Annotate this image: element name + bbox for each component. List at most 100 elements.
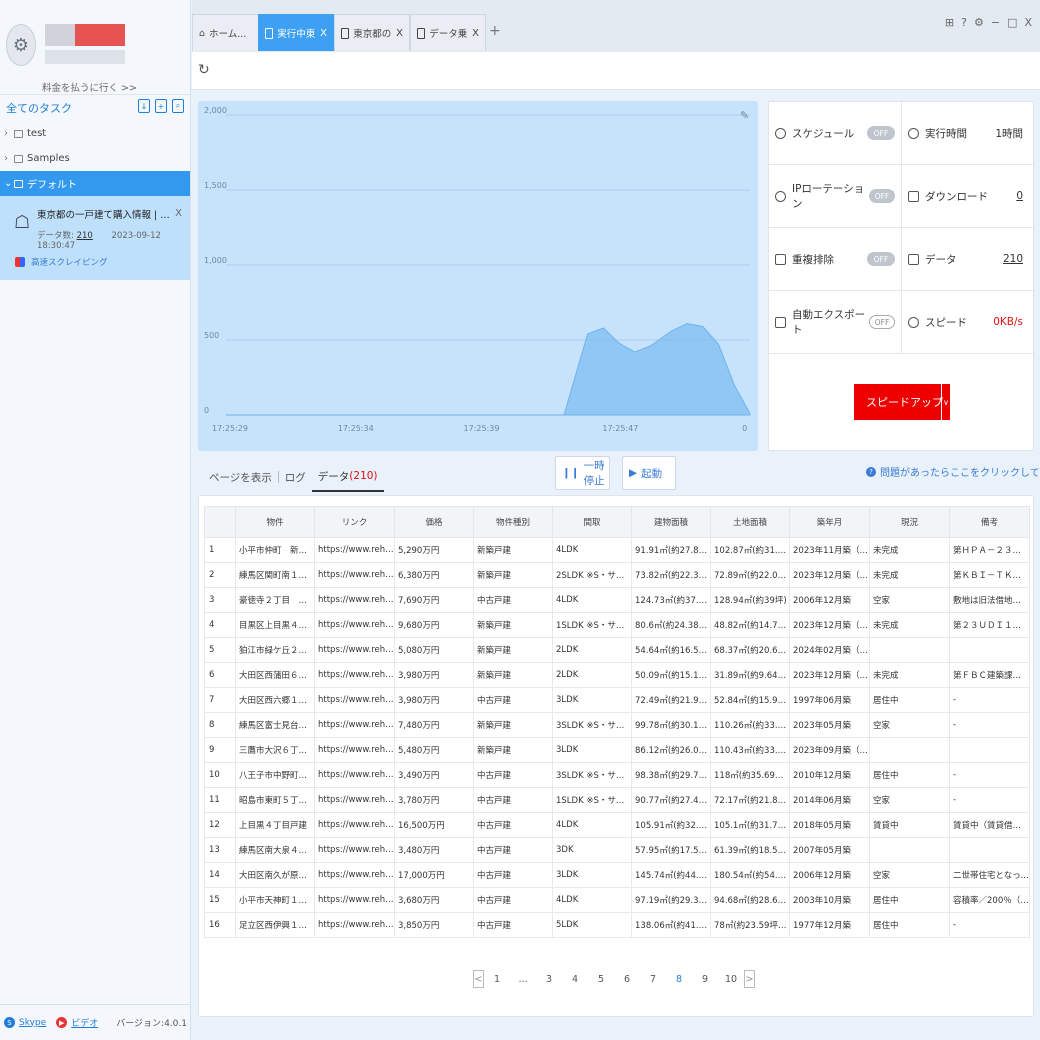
table-row[interactable]: 2練馬区関町南１丁目 ...https://www.rehouse.co...6… — [204, 562, 1030, 588]
column-header[interactable]: 間取 — [552, 506, 632, 538]
start-button[interactable]: ▶ 起動 — [622, 456, 676, 490]
video-link[interactable]: ビデオ — [71, 1016, 98, 1029]
close-tab-icon[interactable]: X — [472, 28, 479, 39]
column-header[interactable]: 建物面積 — [631, 506, 711, 538]
table-row[interactable]: 8練馬区富士見台４丁目...https://www.rehouse.co...7… — [204, 712, 1030, 738]
task-card[interactable]: ☖ 東京都の一戸建て購入情報 | 三井のリハウ... X データ数: 210 2… — [0, 196, 190, 280]
page-number[interactable]: ... — [510, 974, 536, 985]
next-page-button[interactable]: > — [744, 970, 755, 988]
table-row[interactable]: 9三鷹市大沢６丁目 新...https://www.rehouse.co...5… — [204, 737, 1030, 763]
page-number[interactable]: 3 — [536, 974, 562, 985]
tab-running[interactable]: 実行中東... X — [258, 14, 334, 51]
close-task-icon[interactable]: X — [175, 208, 182, 219]
page-number[interactable]: 10 — [718, 974, 744, 985]
table-cell: 4LDK — [552, 537, 632, 563]
column-header[interactable]: 築年月 — [789, 506, 870, 538]
tree-item-samples[interactable]: › Samples — [0, 146, 190, 171]
skype-link[interactable]: Skype — [19, 1018, 46, 1028]
table-row[interactable]: 14大田区南久が原二丁目...https://www.rehouse.co...… — [204, 862, 1030, 888]
close-window-icon[interactable]: X — [1024, 16, 1032, 29]
table-row[interactable]: 16足立区西伊興１丁目https://www.rehouse.co...3,85… — [204, 912, 1030, 938]
download-value[interactable]: 0 — [1016, 190, 1023, 202]
table-row[interactable]: 7大田区西六郷１丁目 ...https://www.rehouse.co...3… — [204, 687, 1030, 713]
x-tick-label: 0 — [742, 424, 747, 433]
new-tab-button[interactable]: + — [489, 23, 501, 39]
column-header[interactable]: リンク — [314, 506, 395, 538]
close-tab-icon[interactable]: X — [396, 28, 403, 39]
dedupe-toggle[interactable]: OFF — [867, 252, 895, 266]
table-row[interactable]: 4目黒区上目黒４丁目 ...https://www.rehouse.co...9… — [204, 612, 1030, 638]
column-header[interactable]: 備考 — [949, 506, 1030, 538]
table-cell: 大田区南久が原二丁目... — [235, 862, 315, 888]
tab-page-view[interactable]: ページを表示 — [203, 462, 278, 492]
table-row[interactable]: 3豪徳寺２丁目 戸建https://www.rehouse.co...7,690… — [204, 587, 1030, 613]
column-header[interactable]: 土地面積 — [710, 506, 790, 538]
task-count[interactable]: 210 — [77, 231, 93, 241]
speed-up-button[interactable]: スピードアップ ∨ — [854, 384, 950, 420]
table-cell: 新築戸建 — [473, 662, 553, 688]
column-header[interactable]: 価格 — [394, 506, 474, 538]
tab-tokyo[interactable]: 東京都の... X — [334, 14, 410, 51]
page-number[interactable]: 7 — [640, 974, 666, 985]
import-task-icon[interactable]: ↓ — [138, 99, 150, 113]
gear-icon[interactable]: ⚙ — [974, 16, 984, 29]
table-row[interactable]: 11昭島市東町５丁目 戸建https://www.rehouse.co...3,… — [204, 787, 1030, 813]
table-row[interactable]: 10八王子市中野町 戸建https://www.rehouse.co...3,4… — [204, 762, 1030, 788]
help-link[interactable]: ? 問題があったらここをクリックしてください — [866, 464, 1040, 479]
table-cell: 中古戸建 — [473, 912, 553, 938]
pencil-icon[interactable]: ✎ — [740, 109, 749, 122]
pay-link[interactable]: 料金を払うに行く >> — [42, 80, 137, 94]
page-number[interactable]: 6 — [614, 974, 640, 985]
new-task-icon[interactable]: + — [155, 99, 167, 113]
pause-button[interactable]: ❙❙ 一時停止 — [555, 456, 610, 490]
page-number[interactable]: 1 — [484, 974, 510, 985]
profile-area: ⚙ 料金を払うに行く >> — [0, 0, 190, 95]
auto-export-toggle[interactable]: OFF — [869, 315, 895, 329]
table-cell: 105.91㎡(約32.03坪) — [631, 812, 711, 838]
table-cell: 第２３ＵＤＩ１Ｃ建０... — [949, 612, 1030, 638]
table-row[interactable]: 15小平市天神町１丁目 ...https://www.rehouse.co...… — [204, 887, 1030, 913]
tab-data[interactable]: データ乗... X — [410, 14, 486, 51]
ip-rotation-toggle[interactable]: OFF — [868, 189, 895, 203]
table-cell: 未完成 — [869, 662, 950, 688]
tab-log[interactable]: ログ — [279, 462, 312, 492]
page-number[interactable]: 5 — [588, 974, 614, 985]
robot-icon: ☖ — [14, 212, 31, 233]
page-number[interactable]: 9 — [692, 974, 718, 985]
table-row[interactable]: 13練馬区南大泉４丁目 ...https://www.rehouse.co...… — [204, 837, 1030, 863]
table-cell: 大田区西蒲田６丁目 ... — [235, 662, 315, 688]
data-value[interactable]: 210 — [1003, 253, 1023, 265]
column-header[interactable] — [204, 506, 236, 538]
page-number[interactable]: 4 — [562, 974, 588, 985]
table-cell: 居住中 — [869, 887, 950, 913]
search-task-icon[interactable]: ⌕ — [172, 99, 184, 113]
prev-page-button[interactable]: < — [473, 970, 484, 988]
all-tasks-heading[interactable]: 全てのタスク ↓ + ⌕ — [0, 95, 190, 121]
row-index: 7 — [204, 687, 236, 713]
minimize-icon[interactable]: − — [991, 16, 1000, 29]
refresh-icon[interactable]: ↻ — [198, 62, 210, 78]
table-cell: https://www.rehouse.co... — [314, 787, 395, 813]
column-header[interactable]: 物件 — [235, 506, 315, 538]
maximize-icon[interactable]: □ — [1007, 16, 1017, 29]
table-cell: 3LDK — [552, 737, 632, 763]
folder-icon — [14, 129, 23, 138]
table-cell: 空家 — [869, 787, 950, 813]
tree-item-default[interactable]: ⌄ デフォルト — [0, 171, 190, 196]
help-icon[interactable]: ? — [961, 16, 967, 29]
table-row[interactable]: 6大田区西蒲田６丁目 ...https://www.rehouse.co...3… — [204, 662, 1030, 688]
column-header[interactable]: 現況 — [869, 506, 950, 538]
schedule-toggle[interactable]: OFF — [867, 126, 895, 140]
grid-icon[interactable]: ⊞ — [945, 16, 954, 29]
close-tab-icon[interactable]: X — [320, 28, 327, 39]
avatar[interactable]: ⚙ — [6, 24, 36, 66]
column-header[interactable]: 物件種別 — [473, 506, 553, 538]
tree-item-test[interactable]: › test — [0, 121, 190, 146]
table-row[interactable]: 1小平市仲町 新築戸建...https://www.rehouse.co...5… — [204, 537, 1030, 563]
table-row[interactable]: 12上目黒４丁目戸建https://www.rehouse.co...16,50… — [204, 812, 1030, 838]
tab-data-view[interactable]: データ (210) — [311, 462, 384, 492]
table-row[interactable]: 5狛江市緑ケ丘２丁目 ...https://www.rehouse.co...5… — [204, 637, 1030, 663]
chevron-down-icon[interactable]: ∨ — [941, 384, 950, 420]
tab-home[interactable]: ⌂ ホーム... — [192, 14, 268, 51]
page-number[interactable]: 8 — [666, 974, 692, 985]
